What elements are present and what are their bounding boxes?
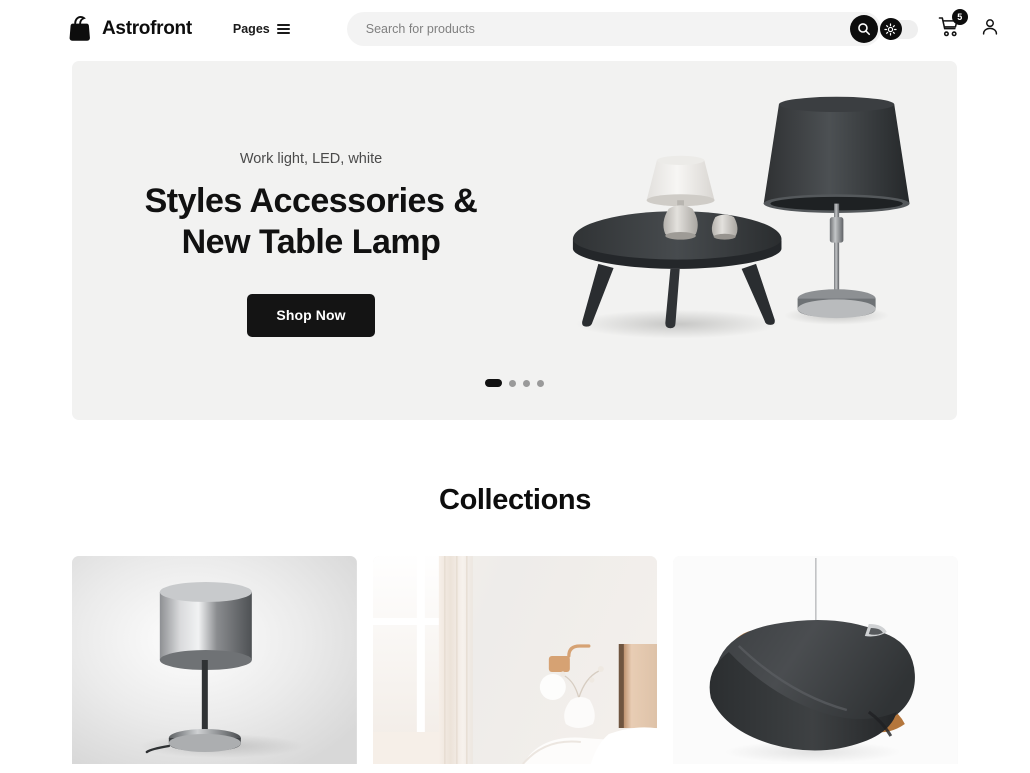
search-input[interactable]: [346, 12, 881, 46]
shopping-bag-icon: [69, 15, 90, 41]
hero-title-line-1: Styles Accessories &: [144, 182, 478, 220]
nav-item-pages[interactable]: Pages: [233, 22, 290, 36]
hero-copy: Work light, LED, white Styles Accessorie…: [72, 61, 550, 420]
collection-card-bedroom[interactable]: [372, 556, 658, 764]
hero-title: Styles Accessories & New Table Lamp: [145, 181, 478, 263]
theme-toggle[interactable]: [879, 18, 918, 40]
pendant-lamp-image: [673, 556, 958, 764]
collections-title: Collections: [439, 484, 591, 516]
header-actions: 5: [879, 8, 1030, 43]
carousel-dot-1[interactable]: [485, 379, 502, 387]
carousel-dot-4[interactable]: [537, 379, 544, 387]
search-button[interactable]: [849, 15, 878, 43]
hero-banner: Work light, LED, white Styles Accessorie…: [72, 61, 957, 420]
user-icon: [982, 18, 997, 35]
hero-lamp-table-illustration: [572, 96, 910, 339]
hero-product-image: [550, 61, 957, 420]
carousel-dot-3[interactable]: [523, 379, 530, 387]
cart-button[interactable]: 5: [938, 8, 968, 43]
site-header: Astrofront Pages Search for products 5: [0, 0, 1030, 58]
sun-icon: [884, 22, 897, 36]
collection-card-pendant-lamp[interactable]: [673, 556, 958, 764]
search-icon: [857, 23, 870, 36]
hero-carousel-dots: [72, 379, 957, 387]
collection-card-table-lamp[interactable]: [72, 556, 357, 764]
hamburger-icon: [276, 24, 290, 34]
shop-now-button[interactable]: Shop Now: [247, 293, 375, 337]
table-lamp-image: [72, 556, 357, 764]
hero-eyebrow: Work light, LED, white: [239, 151, 383, 167]
collections-grid: [72, 556, 958, 764]
bedroom-image: [372, 556, 658, 764]
brand-name: Astrofront: [102, 18, 192, 39]
hero-title-line-2: New Table Lamp: [181, 222, 441, 261]
account-button[interactable]: [980, 17, 1000, 42]
cart-count-badge: 5: [951, 8, 968, 25]
search-bar: [346, 12, 881, 46]
brand-logo[interactable]: Astrofront: [68, 15, 192, 43]
nav-pages-label: Pages: [232, 22, 270, 36]
collections-section: Collections: [0, 484, 1030, 764]
theme-toggle-knob: [879, 18, 902, 40]
carousel-dot-2[interactable]: [509, 379, 516, 387]
